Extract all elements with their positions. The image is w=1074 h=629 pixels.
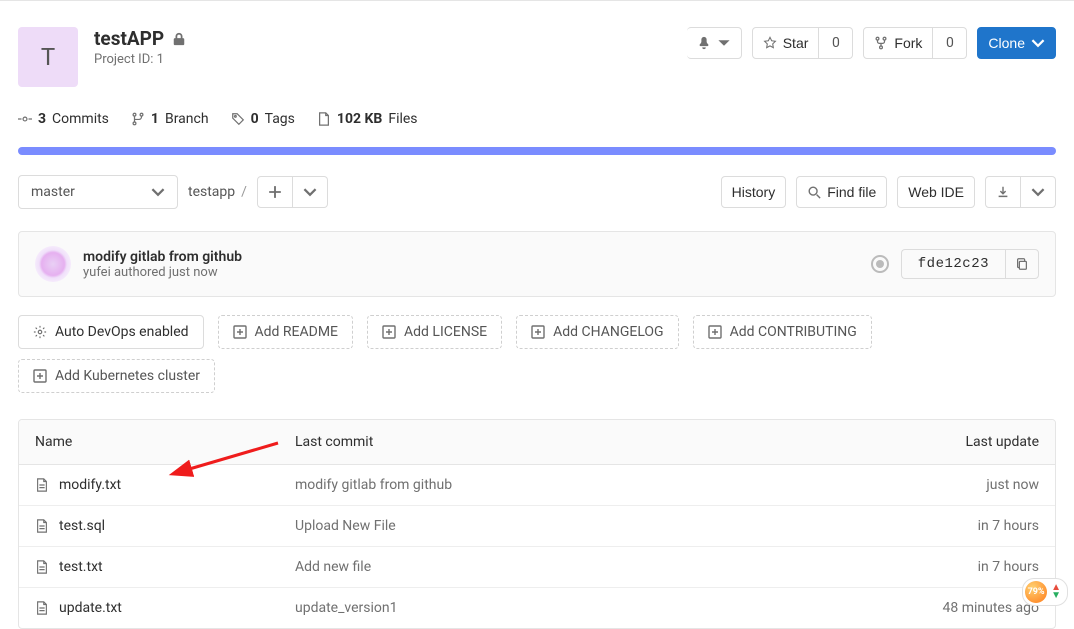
- stat-commits[interactable]: 3 Commits: [18, 111, 109, 127]
- branch-icon: [131, 112, 145, 126]
- file-icon: [317, 112, 331, 126]
- star-label: Star: [783, 36, 809, 50]
- gear-icon: [33, 325, 47, 339]
- pipeline-status-icon[interactable]: [871, 255, 889, 273]
- table-row[interactable]: test.sql Upload New Filein 7 hours: [19, 506, 1055, 547]
- star-icon: [763, 36, 777, 50]
- clone-button[interactable]: Clone: [977, 27, 1056, 59]
- file-icon: [35, 519, 49, 533]
- file-name[interactable]: test.sql: [59, 518, 105, 534]
- add-menu[interactable]: [257, 176, 328, 208]
- commit-message[interactable]: modify gitlab from github: [83, 249, 242, 265]
- plus-square-icon: [531, 325, 545, 339]
- stat-tags[interactable]: 0 Tags: [231, 111, 295, 127]
- file-time: in 7 hours: [839, 518, 1039, 534]
- stat-filesize[interactable]: 102 KB Files: [317, 111, 418, 127]
- add-readme-pill[interactable]: Add README: [218, 315, 353, 349]
- chevron-down-icon: [303, 185, 317, 199]
- plus-square-icon: [708, 325, 722, 339]
- plus-square-icon: [33, 369, 47, 383]
- chevron-down-icon: [1031, 185, 1045, 199]
- file-commit[interactable]: modify gitlab from github: [295, 477, 839, 493]
- branch-select[interactable]: master: [18, 175, 178, 209]
- fork-count: 0: [933, 27, 967, 59]
- col-commit: Last commit: [295, 434, 839, 450]
- web-ide-button[interactable]: Web IDE: [897, 176, 975, 208]
- bell-icon: [697, 36, 711, 50]
- fork-label: Fork: [894, 36, 922, 50]
- star-count: 0: [819, 27, 853, 59]
- star-button: Star: [752, 27, 820, 59]
- file-table: Name Last commit Last update modify.txtm…: [18, 419, 1056, 629]
- col-name: Name: [35, 434, 295, 450]
- copy-sha-button[interactable]: [1005, 249, 1039, 279]
- language-bar: [18, 147, 1056, 155]
- fork-icon: [874, 36, 888, 50]
- file-commit[interactable]: Add new file: [295, 559, 839, 575]
- lock-icon: [172, 32, 186, 46]
- notifications-dropdown[interactable]: [687, 27, 742, 59]
- plus-icon: [268, 185, 282, 199]
- download-menu[interactable]: [985, 176, 1056, 208]
- breadcrumb: testapp /: [188, 184, 247, 200]
- download-icon: [996, 185, 1010, 199]
- plus-square-icon: [233, 325, 247, 339]
- commit-sha[interactable]: fde12c23: [901, 249, 1005, 279]
- fork-button-group[interactable]: Fork 0: [863, 27, 967, 59]
- file-icon: [35, 601, 49, 615]
- history-button[interactable]: History: [721, 176, 787, 208]
- plus-square-icon: [382, 325, 396, 339]
- chevron-down-icon: [1031, 36, 1045, 50]
- commit-meta: yufei authored just now: [83, 265, 242, 280]
- chevron-down-icon: [151, 185, 165, 199]
- add-contributing-pill[interactable]: Add CONTRIBUTING: [693, 315, 872, 349]
- table-row[interactable]: update.txt update_version148 minutes ago: [19, 588, 1055, 628]
- project-avatar-letter: T: [41, 43, 55, 71]
- file-time: in 7 hours: [839, 559, 1039, 575]
- add-changelog-pill[interactable]: Add CHANGELOG: [516, 315, 679, 349]
- commits-icon: [18, 112, 32, 126]
- file-icon: [35, 478, 49, 492]
- project-stats: 3 Commits 1 Branch 0 Tags 102 KB Files: [18, 111, 1056, 127]
- corner-widget[interactable]: 79% ▲▼: [1022, 578, 1068, 606]
- file-time: just now: [839, 477, 1039, 493]
- search-icon: [807, 185, 821, 199]
- breadcrumb-root[interactable]: testapp: [188, 184, 235, 200]
- add-k8s-pill[interactable]: Add Kubernetes cluster: [18, 359, 215, 393]
- auto-devops-pill[interactable]: Auto DevOps enabled: [18, 315, 204, 349]
- project-avatar[interactable]: T: [18, 27, 78, 87]
- commit-author-avatar[interactable]: [35, 246, 71, 282]
- fork-button: Fork: [863, 27, 933, 59]
- file-commit[interactable]: update_version1: [295, 600, 839, 616]
- col-update: Last update: [839, 434, 1039, 450]
- project-title: testAPP: [94, 27, 186, 50]
- file-icon: [35, 560, 49, 574]
- file-name[interactable]: modify.txt: [59, 477, 121, 493]
- copy-icon: [1015, 257, 1029, 271]
- tag-icon: [231, 112, 245, 126]
- chevron-down-icon: [717, 36, 731, 50]
- stat-branches[interactable]: 1 Branch: [131, 111, 209, 127]
- star-button-group[interactable]: Star 0: [752, 27, 854, 59]
- file-time: 48 minutes ago: [839, 600, 1039, 616]
- find-file-button[interactable]: Find file: [796, 176, 887, 208]
- add-license-pill[interactable]: Add LICENSE: [367, 315, 502, 349]
- file-name[interactable]: test.txt: [59, 559, 103, 575]
- file-name[interactable]: update.txt: [59, 600, 122, 616]
- project-id: Project ID: 1: [94, 52, 186, 67]
- last-commit-panel: modify gitlab from github yufei authored…: [18, 231, 1056, 297]
- file-commit[interactable]: Upload New File: [295, 518, 839, 534]
- table-row[interactable]: modify.txt modify gitlab from githubjust …: [19, 465, 1055, 506]
- table-row[interactable]: test.txt Add new filein 7 hours: [19, 547, 1055, 588]
